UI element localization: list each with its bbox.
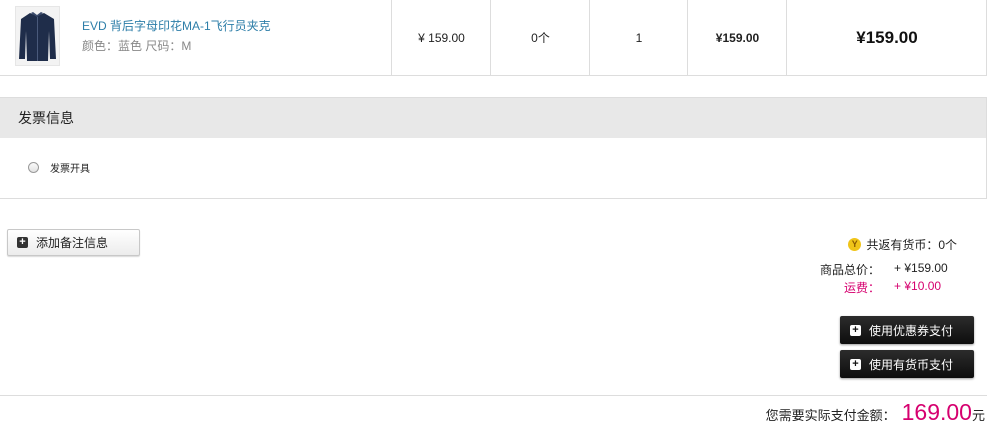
coin-icon: Y	[848, 238, 862, 251]
payment-label: 您需要实际支付金额：	[765, 408, 896, 423]
invoice-option-label[interactable]: 发票开具	[50, 160, 90, 175]
item-subtotal: ¥159.00	[687, 0, 787, 75]
use-coin-button[interactable]: + 使用有货币支付	[840, 350, 974, 378]
payment-total: 您需要实际支付金额： 169.00 元	[766, 399, 985, 426]
use-coin-label: 使用有货币支付	[869, 357, 954, 372]
invoice-radio[interactable]	[28, 162, 39, 173]
goods-total-row: 商品总价： + ¥159.00	[820, 261, 948, 278]
invoice-section: 发票信息 发票开具	[0, 97, 987, 199]
product-thumbnail[interactable]	[15, 6, 60, 66]
invoice-title: 发票信息	[0, 98, 986, 138]
coin-return: 0个	[490, 0, 590, 75]
coin-summary: Y 共返有货币：0个	[848, 236, 957, 253]
use-coupon-button[interactable]: + 使用优惠券支付	[840, 316, 974, 344]
plus-icon: +	[17, 237, 28, 248]
shipping-label: 运费：	[843, 281, 880, 295]
goods-total-value: + ¥159.00	[894, 261, 948, 275]
unit-price: ¥ 159.00	[391, 0, 491, 75]
cart-item-row: EVD 背后字母印花MA-1飞行员夹克 颜色：蓝色 尺码：M ¥ 159.00 …	[0, 0, 987, 76]
goods-total-label: 商品总价：	[820, 263, 881, 277]
coins-text: 共返有货币：0个	[866, 238, 957, 252]
plus-icon: +	[850, 358, 861, 370]
product-name-link[interactable]: EVD 背后字母印花MA-1飞行员夹克	[82, 17, 271, 34]
shipping-row: 运费： + ¥10.00	[820, 279, 941, 296]
add-remark-button[interactable]: + 添加备注信息	[7, 229, 140, 256]
add-remark-label: 添加备注信息	[36, 236, 109, 250]
divider	[0, 395, 987, 396]
shipping-value: + ¥10.00	[894, 279, 942, 293]
use-coupon-label: 使用优惠券支付	[869, 323, 954, 338]
plus-icon: +	[850, 324, 861, 336]
product-attributes: 颜色：蓝色 尺码：M	[82, 39, 192, 53]
invoice-option[interactable]: 发票开具	[28, 160, 90, 175]
quantity: 1	[589, 0, 688, 75]
payment-unit: 元	[971, 408, 985, 423]
payment-amount: 169.00	[901, 399, 972, 425]
item-total: ¥159.00	[786, 0, 987, 75]
